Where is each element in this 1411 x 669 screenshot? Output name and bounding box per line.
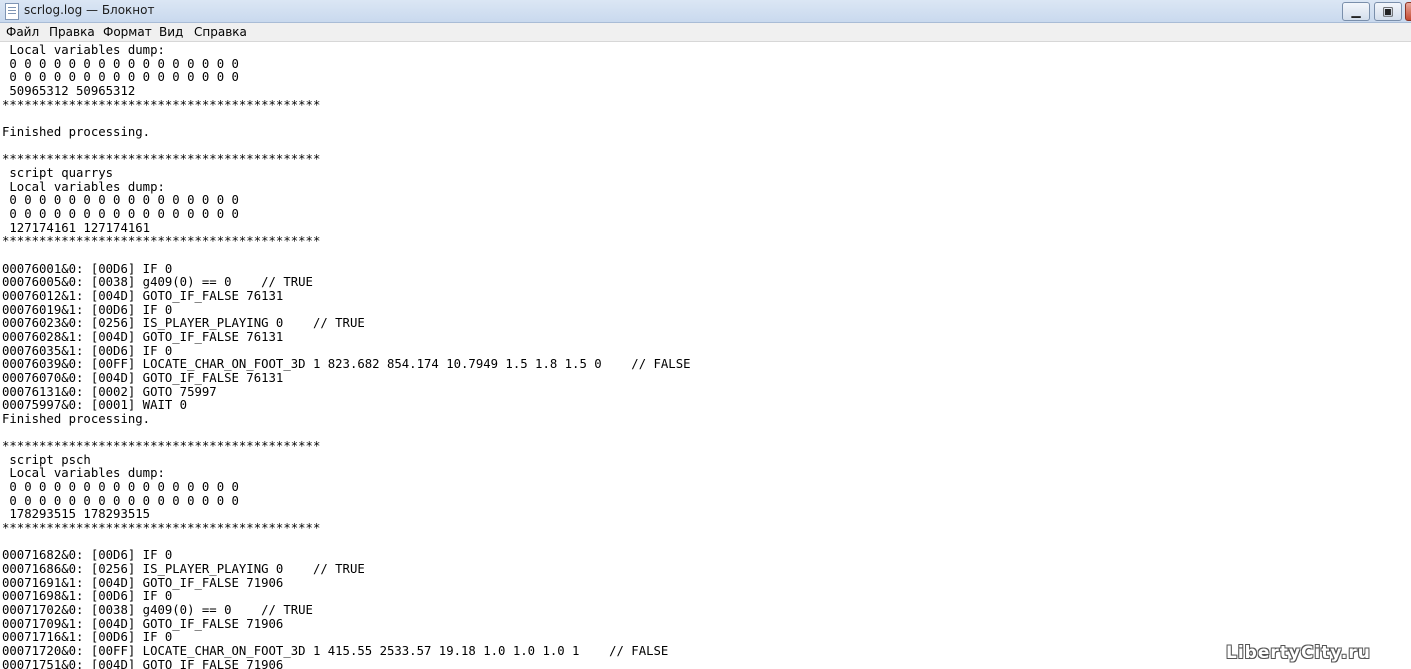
text-line: 00076019&1: [00D6] IF 0 xyxy=(2,302,173,317)
text-line: 00076023&0: [0256] IS_PLAYER_PLAYING 0 /… xyxy=(2,316,365,331)
text-line: script psch xyxy=(2,452,91,467)
text-line: ****************************************… xyxy=(2,439,321,454)
text-line: Finished processing. xyxy=(2,124,151,139)
menu-view[interactable]: Вид xyxy=(159,25,183,39)
text-line: 00071716&1: [00D6] IF 0 xyxy=(2,630,173,645)
text-line: 00076039&0: [00FF] LOCATE_CHAR_ON_FOOT_3… xyxy=(2,357,691,372)
menu-file[interactable]: Файл xyxy=(6,25,39,39)
text-line: 127174161 127174161 xyxy=(2,220,151,235)
notepad-icon xyxy=(5,3,19,20)
text-line: Local variables dump: xyxy=(2,466,165,481)
text-line: 178293515 178293515 xyxy=(2,507,151,522)
maximize-button[interactable]: ▣ xyxy=(1374,2,1402,21)
text-line: 0 0 0 0 0 0 0 0 0 0 0 0 0 0 0 0 xyxy=(2,56,239,71)
text-line: 00071691&1: [004D] GOTO_IF_FALSE 71906 xyxy=(2,575,284,590)
text-line: 00076005&0: [0038] g409(0) == 0 // TRUE xyxy=(2,275,313,290)
text-line: 0 0 0 0 0 0 0 0 0 0 0 0 0 0 0 0 xyxy=(2,206,239,221)
text-line: 00076131&0: [0002] GOTO 75997 xyxy=(2,384,217,399)
text-line: ****************************************… xyxy=(2,234,321,249)
text-line: 00076001&0: [00D6] IF 0 xyxy=(2,261,173,276)
text-line: 00071702&0: [0038] g409(0) == 0 // TRUE xyxy=(2,603,313,618)
text-line: 00071709&1: [004D] GOTO_IF_FALSE 71906 xyxy=(2,616,284,631)
text-line: ****************************************… xyxy=(2,97,321,112)
text-line: Finished processing. xyxy=(2,411,151,426)
text-line: script quarrys xyxy=(2,165,114,180)
text-line: 00076012&1: [004D] GOTO_IF_FALSE 76131 xyxy=(2,288,284,303)
menu-format[interactable]: Формат xyxy=(103,25,152,39)
text-line: 00076070&0: [004D] GOTO_IF_FALSE 76131 xyxy=(2,370,284,385)
text-line: Local variables dump: xyxy=(2,179,165,194)
text-line: 00076028&1: [004D] GOTO_IF_FALSE 76131 xyxy=(2,329,284,344)
text-line: 0 0 0 0 0 0 0 0 0 0 0 0 0 0 0 0 xyxy=(2,70,239,85)
window-title: scrlog.log — Блокнот xyxy=(24,3,155,17)
text-line: 00071698&1: [00D6] IF 0 xyxy=(2,589,173,604)
text-line: 00075997&0: [0001] WAIT 0 xyxy=(2,398,188,413)
text-line: 00076035&1: [00D6] IF 0 xyxy=(2,343,173,358)
text-line: 0 0 0 0 0 0 0 0 0 0 0 0 0 0 0 0 xyxy=(2,493,239,508)
close-button[interactable]: ✕ xyxy=(1405,2,1411,21)
text-editor[interactable]: Local variables dump: 0 0 0 0 0 0 0 0 0 … xyxy=(0,42,1411,669)
text-line: 0 0 0 0 0 0 0 0 0 0 0 0 0 0 0 0 xyxy=(2,480,239,495)
text-line: ****************************************… xyxy=(2,521,321,536)
text-line: 00071720&0: [00FF] LOCATE_CHAR_ON_FOOT_3… xyxy=(2,644,669,659)
menu-help[interactable]: Справка xyxy=(194,25,247,39)
text-line: ****************************************… xyxy=(2,152,321,167)
watermark-logo: LibertyCity.ru xyxy=(1226,643,1371,663)
menu-bar: Файл Правка Формат Вид Справка xyxy=(0,23,1411,42)
text-line: 00071682&0: [00D6] IF 0 xyxy=(2,548,173,563)
menu-edit[interactable]: Правка xyxy=(49,25,95,39)
text-line: 00071686&0: [0256] IS_PLAYER_PLAYING 0 /… xyxy=(2,562,365,577)
text-line: 50965312 50965312 xyxy=(2,83,136,98)
title-bar[interactable]: scrlog.log — Блокнот ▁ ▣ ✕ xyxy=(0,0,1411,23)
minimize-button[interactable]: ▁ xyxy=(1342,2,1370,21)
text-line: Local variables dump: xyxy=(2,43,165,57)
text-line: 0 0 0 0 0 0 0 0 0 0 0 0 0 0 0 0 xyxy=(2,193,239,208)
text-line: 00071751&0: [004D] GOTO_IF_FALSE 71906 xyxy=(2,657,284,669)
